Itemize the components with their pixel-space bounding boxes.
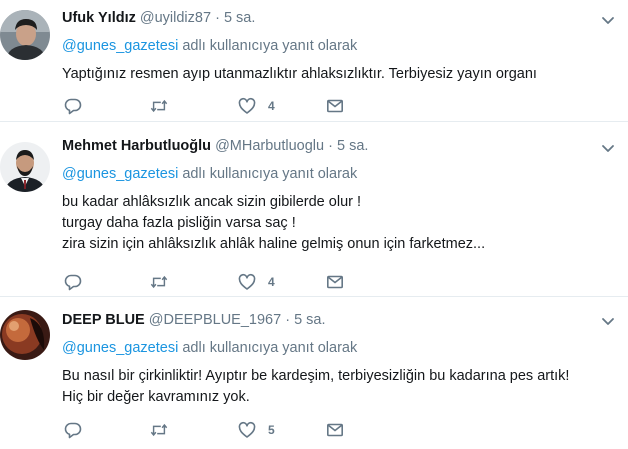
fullname[interactable]: Ufuk Yıldız — [62, 10, 136, 26]
tweet-text: Bu nasıl bir çirkinliktir! Ayıptır be ka… — [62, 368, 570, 405]
chevron-down-icon[interactable] — [600, 140, 616, 156]
tweet[interactable]: Ufuk Yıldız @uyildiz87 · 5 sa. @gunes_ga… — [0, 0, 628, 122]
timestamp[interactable]: 5 sa. — [224, 10, 255, 26]
reply-icon — [64, 98, 82, 115]
envelope-icon — [326, 99, 343, 113]
reply-icon — [64, 422, 82, 439]
direct-message-button[interactable] — [326, 420, 344, 440]
timestamp[interactable]: 5 sa. — [337, 138, 368, 154]
handle[interactable]: @MHarbutluoglu — [215, 138, 324, 154]
like-count: 5 — [268, 423, 275, 437]
heart-icon — [238, 97, 256, 114]
retweet-icon — [150, 99, 168, 113]
tweet-actions: 4 — [64, 96, 364, 116]
tweet-text: bu kadar ahlâksızlık ancak sizin gibiler… — [62, 194, 486, 252]
chevron-down-icon[interactable] — [600, 12, 616, 28]
reply-button[interactable] — [64, 272, 82, 292]
like-button[interactable]: 4 — [238, 272, 275, 292]
retweet-button[interactable] — [150, 96, 168, 116]
mention-link[interactable]: @gunes_gazetesi — [62, 340, 178, 356]
chevron-down-icon[interactable] — [600, 313, 616, 329]
direct-message-button[interactable] — [326, 96, 344, 116]
fullname[interactable]: DEEP BLUE — [62, 312, 145, 328]
tweet-actions: 4 — [64, 272, 364, 292]
handle[interactable]: @uyildiz87 — [140, 10, 211, 26]
mention-link[interactable]: @gunes_gazetesi — [62, 38, 178, 54]
reply-context: @gunes_gazetesi adlı kullanıcıya yanıt o… — [62, 164, 618, 184]
envelope-icon — [326, 423, 343, 437]
retweet-icon — [150, 423, 168, 437]
heart-icon — [238, 273, 256, 290]
separator-dot: · — [285, 312, 291, 328]
envelope-icon — [326, 275, 343, 289]
avatar[interactable] — [0, 142, 50, 192]
avatar[interactable] — [0, 10, 50, 60]
retweet-button[interactable] — [150, 420, 168, 440]
handle[interactable]: @DEEPBLUE_1967 — [149, 312, 281, 328]
tweet-header: Mehmet Harbutluoğlu @MHarbutluoglu · 5 s… — [62, 136, 618, 156]
retweet-icon — [150, 275, 168, 289]
heart-icon — [238, 421, 256, 438]
tweet[interactable]: Mehmet Harbutluoğlu @MHarbutluoglu · 5 s… — [0, 122, 628, 297]
like-button[interactable]: 4 — [238, 96, 275, 116]
reply-context-label: adlı kullanıcıya yanıt olarak — [178, 166, 358, 182]
tweet-actions: 5 — [64, 420, 364, 440]
direct-message-button[interactable] — [326, 272, 344, 292]
reply-feed: Ufuk Yıldız @uyildiz87 · 5 sa. @gunes_ga… — [0, 0, 628, 449]
tweet[interactable]: DEEP BLUE @DEEPBLUE_1967 · 5 sa. @gunes_… — [0, 297, 628, 449]
reply-context: @gunes_gazetesi adlı kullanıcıya yanıt o… — [62, 338, 618, 358]
avatar[interactable] — [0, 310, 50, 360]
reply-context-label: adlı kullanıcıya yanıt olarak — [178, 38, 358, 54]
tweet-header: DEEP BLUE @DEEPBLUE_1967 · 5 sa. — [62, 310, 618, 330]
timestamp[interactable]: 5 sa. — [294, 312, 325, 328]
tweet-header: Ufuk Yıldız @uyildiz87 · 5 sa. — [62, 8, 618, 28]
reply-button[interactable] — [64, 96, 82, 116]
like-button[interactable]: 5 — [238, 420, 275, 440]
mention-link[interactable]: @gunes_gazetesi — [62, 166, 178, 182]
retweet-button[interactable] — [150, 272, 168, 292]
reply-button[interactable] — [64, 420, 82, 440]
like-count: 4 — [268, 275, 275, 289]
reply-icon — [64, 274, 82, 291]
reply-context-label: adlı kullanıcıya yanıt olarak — [178, 340, 358, 356]
tweet-text: Yaptığınız resmen ayıp utanmazlıktır ahl… — [62, 66, 537, 82]
fullname[interactable]: Mehmet Harbutluoğlu — [62, 138, 211, 154]
like-count: 4 — [268, 99, 275, 113]
separator-dot: · — [328, 138, 333, 154]
separator-dot: · — [215, 10, 220, 26]
reply-context: @gunes_gazetesi adlı kullanıcıya yanıt o… — [62, 36, 618, 56]
